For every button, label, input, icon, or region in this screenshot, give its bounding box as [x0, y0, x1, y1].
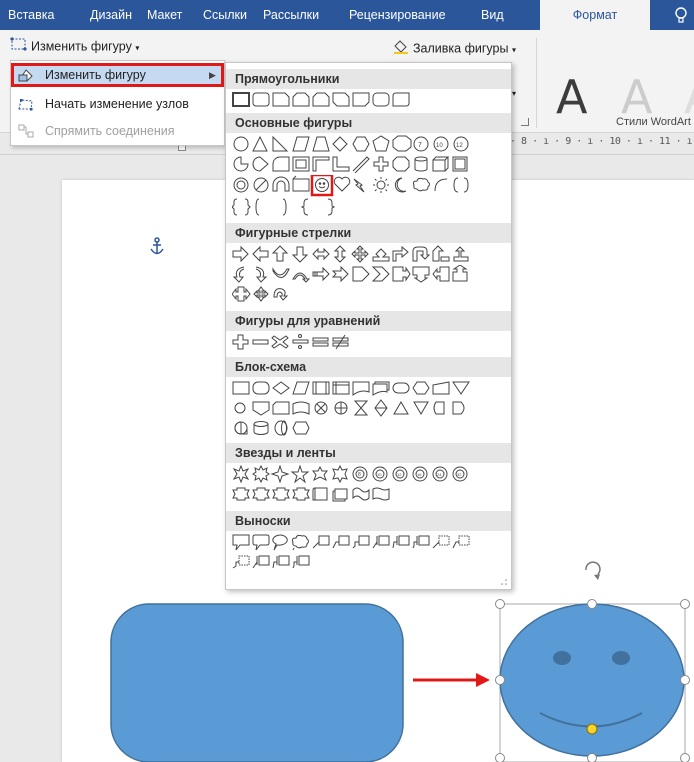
section-callouts: Выноски: [226, 511, 511, 531]
section-block-arrows: Фигурные стрелки: [226, 223, 511, 243]
shape-fill-button[interactable]: Заливка фигуры ▾: [392, 38, 516, 58]
reroute-connectors-icon: [17, 123, 35, 139]
svg-text:24: 24: [437, 472, 442, 477]
stars-row-2[interactable]: [232, 485, 511, 503]
svg-text:10: 10: [436, 143, 443, 149]
svg-text:12: 12: [397, 472, 402, 477]
basic-shapes-row-2[interactable]: [232, 155, 511, 173]
stars-row-1[interactable]: 8 10 12 16 24 32: [232, 465, 511, 483]
tab-design[interactable]: Дизайн: [90, 0, 132, 30]
callouts-row-1[interactable]: [232, 533, 511, 551]
section-flowchart: Блок-схема: [226, 357, 511, 377]
menu-item-reroute-connectors: Спрямить соединения: [11, 119, 224, 143]
chevron-down-icon: ▾: [511, 45, 516, 55]
ribbon-tab-bar: Вставка Дизайн Макет Ссылки Рассылки Рец…: [0, 0, 694, 30]
rectangles-row[interactable]: [232, 91, 432, 109]
menu-item-edit-points[interactable]: Начать изменение узлов: [11, 92, 224, 116]
ruler-ticks: · 8 · ı · 9 · ı · 10 · ı · 11 · ı · 12: [510, 136, 693, 147]
flowchart-row-1[interactable]: [232, 379, 511, 397]
tab-layout[interactable]: Макет: [147, 0, 182, 30]
edit-shape-icon: [10, 36, 28, 58]
shape-fill-label: Заливка фигуры: [413, 41, 509, 56]
section-rectangles: Прямоугольники: [226, 69, 511, 89]
paint-bucket-icon: [392, 38, 410, 60]
menu-item-label: Начать изменение узлов: [45, 97, 189, 111]
wordart-gallery[interactable]: А А А: [541, 70, 694, 140]
section-stars-banners: Звезды и ленты: [226, 443, 511, 463]
svg-text:12: 12: [456, 143, 463, 149]
basic-shapes-row-1[interactable]: 7 10 12: [232, 135, 511, 153]
menu-item-label: Изменить фигуру: [45, 68, 146, 82]
tab-references[interactable]: Ссылки: [203, 0, 247, 30]
tab-view[interactable]: Вид: [481, 0, 504, 30]
svg-text:16: 16: [417, 472, 422, 477]
tab-insert[interactable]: Вставка: [8, 0, 54, 30]
svg-text:8: 8: [358, 472, 361, 478]
tab-review[interactable]: Рецензирование: [349, 0, 446, 30]
submenu-arrow-icon: ▶: [209, 70, 216, 80]
callouts-row-2[interactable]: [232, 553, 511, 571]
lightbulb-icon[interactable]: [672, 0, 694, 30]
equation-shapes-row[interactable]: [232, 333, 511, 351]
block-arrows-row-3[interactable]: [232, 285, 511, 303]
basic-shapes-row-4[interactable]: [232, 197, 511, 216]
menu-item-change-shape[interactable]: Изменить фигуру ▶: [11, 63, 224, 87]
section-equation-shapes: Фигуры для уравнений: [226, 311, 511, 331]
edit-shape-ribbon-button[interactable]: Изменить фигуру ▾: [10, 36, 139, 56]
block-arrows-row-2[interactable]: [232, 265, 511, 283]
tab-mailings[interactable]: Рассылки: [263, 0, 319, 30]
chevron-down-icon: ▾: [135, 43, 140, 53]
wordart-styles-group-label: Стили WordArt: [616, 116, 691, 128]
edit-shape-icon: [17, 67, 35, 83]
shapes-gallery: Прямоугольники Основные фигуры 7 10 12 Ф…: [225, 62, 512, 590]
edit-shape-ribbon-label: Изменить фигуру: [31, 39, 132, 54]
flowchart-row-3[interactable]: [232, 419, 511, 437]
tab-format[interactable]: Формат: [540, 0, 650, 30]
svg-text:32: 32: [457, 472, 462, 477]
edit-shape-menu: Изменить фигуру ▶ Начать изменение узлов…: [10, 60, 225, 146]
edit-points-icon: [17, 96, 35, 112]
svg-text:7: 7: [418, 142, 422, 149]
basic-shapes-row-3[interactable]: [232, 175, 511, 197]
block-arrows-row-1[interactable]: [232, 245, 511, 263]
menu-item-label: Спрямить соединения: [45, 124, 175, 138]
smiley-face-icon: [315, 178, 329, 192]
section-basic-shapes: Основные фигуры: [226, 113, 511, 133]
group-divider: [536, 38, 537, 128]
resize-grip-icon[interactable]: [500, 578, 508, 586]
flowchart-row-2[interactable]: [232, 399, 511, 417]
dialog-launcher-icon[interactable]: [521, 118, 529, 126]
svg-text:10: 10: [377, 472, 382, 477]
wordart-style-1[interactable]: А: [556, 70, 587, 124]
